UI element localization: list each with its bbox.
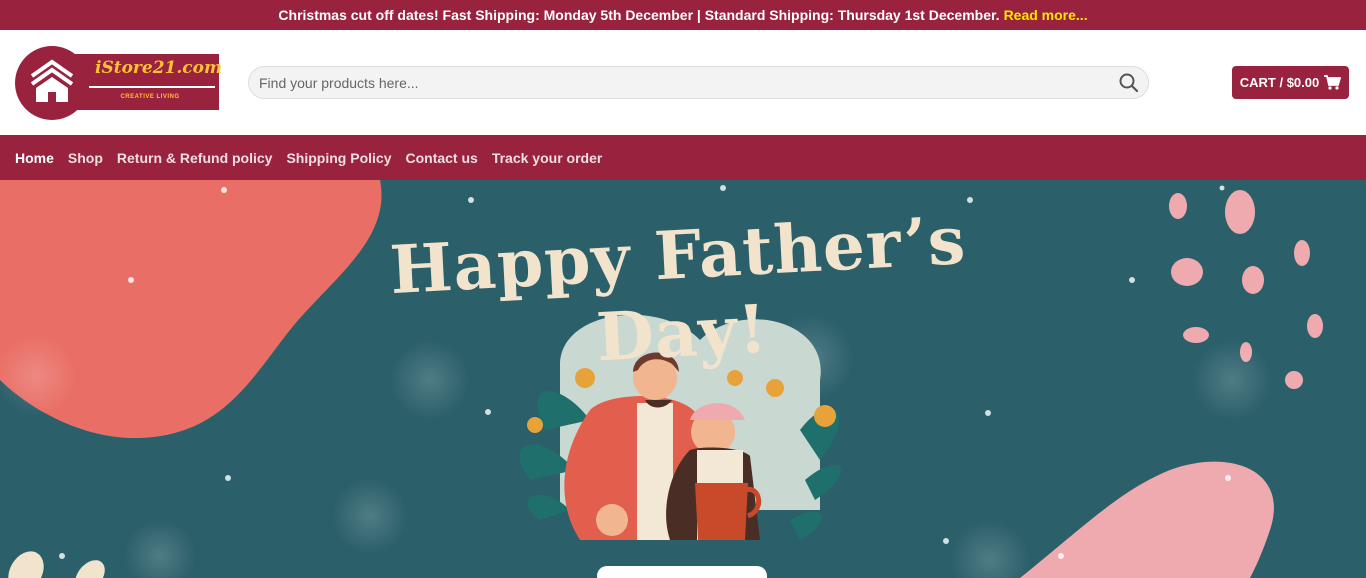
main-nav: Home Shop Return & Refund policy Shippin… xyxy=(0,135,1366,180)
house-icon xyxy=(30,59,74,102)
hero-cta-button[interactable] xyxy=(597,566,767,578)
logo-tagline: CREATIVE LIVING xyxy=(120,94,180,100)
cart-button[interactable]: CART / $0.00 xyxy=(1232,66,1349,99)
site-header: iStore21.com CREATIVE LIVING CART / $0.0… xyxy=(0,30,1366,135)
nav-contact-us[interactable]: Contact us xyxy=(405,150,477,166)
shopping-cart-icon xyxy=(1324,75,1342,90)
cream-leaves xyxy=(8,551,105,578)
pink-blob xyxy=(1020,461,1274,578)
logo-divider xyxy=(89,86,215,88)
search-input[interactable] xyxy=(259,67,1109,98)
nav-shop[interactable]: Shop xyxy=(68,150,103,166)
nav-track-order[interactable]: Track your order xyxy=(492,150,603,166)
nav-return-refund-policy[interactable]: Return & Refund policy xyxy=(117,150,273,166)
cart-label: CART / $0.00 xyxy=(1239,75,1320,90)
announcement-text: Christmas cut off dates! Fast Shipping: … xyxy=(278,7,1000,23)
search-icon[interactable] xyxy=(1118,72,1140,94)
read-more-link[interactable]: Read more... xyxy=(1004,7,1088,23)
nav-shipping-policy[interactable]: Shipping Policy xyxy=(286,150,391,166)
hero-banner[interactable]: Happy Father’s Day! xyxy=(0,180,1366,578)
site-logo[interactable]: iStore21.com CREATIVE LIVING xyxy=(15,46,222,120)
nav-home[interactable]: Home xyxy=(15,150,54,166)
announcement-bar: Christmas cut off dates! Fast Shipping: … xyxy=(0,0,1366,30)
logo-title: iStore21.com xyxy=(95,58,222,78)
search-bar xyxy=(248,66,1149,99)
